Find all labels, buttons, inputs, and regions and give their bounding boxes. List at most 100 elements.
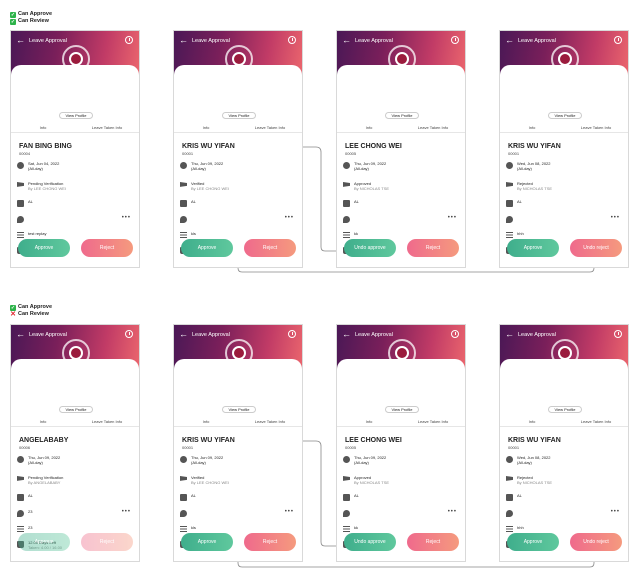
notes-icon	[180, 232, 187, 239]
back-arrow-icon[interactable]: ←	[16, 36, 25, 45]
secondary-action-button[interactable]: Reject	[81, 533, 133, 551]
status-by: By LEE CHONG WEI	[191, 480, 230, 485]
avatar[interactable]	[558, 346, 572, 360]
reason-row	[180, 509, 191, 517]
back-arrow-icon[interactable]: ←	[505, 330, 514, 339]
tab-leave-taken-info[interactable]: Leave Taken Info	[401, 417, 465, 426]
status-by: By LEE CHONG WEI	[191, 186, 230, 191]
avatar[interactable]	[232, 346, 246, 360]
more-dots-icon[interactable]: •••	[285, 509, 294, 515]
view-profile-button[interactable]: View Profile	[385, 112, 419, 119]
date-row: Thu, Jun 09, 2022 (All-day)	[17, 455, 60, 465]
more-dots-icon[interactable]: •••	[611, 509, 620, 515]
tab-leave-taken-info[interactable]: Leave Taken Info	[401, 123, 465, 132]
tab-info[interactable]: Info	[174, 417, 238, 426]
more-dots-icon[interactable]: •••	[448, 215, 457, 221]
secondary-action-button[interactable]: Undo reject	[570, 533, 622, 551]
status-by: By NICHOLAS TSE	[354, 186, 390, 191]
tab-leave-taken-info[interactable]: Leave Taken Info	[238, 417, 302, 426]
view-profile-button[interactable]: View Profile	[59, 112, 93, 119]
primary-action-button[interactable]: Approve	[507, 533, 559, 551]
flag-icon	[180, 476, 187, 481]
avatar[interactable]	[395, 346, 409, 360]
leave-duration: (All-day)	[28, 460, 43, 465]
back-arrow-icon[interactable]: ←	[179, 36, 188, 45]
primary-action-button[interactable]: Approve	[507, 239, 559, 257]
view-profile-button[interactable]: View Profile	[222, 406, 256, 413]
history-icon[interactable]	[125, 36, 133, 44]
reason-row	[17, 215, 28, 223]
avatar[interactable]	[558, 52, 572, 66]
detail-card: View Profile Info Leave Taken Info KRIS …	[174, 65, 302, 267]
avatar[interactable]	[395, 52, 409, 66]
date-row: Thu, Jun 09, 2022 (All-day)	[343, 455, 386, 465]
secondary-action-button[interactable]: Reject	[244, 533, 296, 551]
tab-info[interactable]: Info	[11, 123, 75, 132]
tab-info[interactable]: Info	[174, 123, 238, 132]
back-arrow-icon[interactable]: ←	[342, 330, 351, 339]
chat-icon	[17, 510, 24, 517]
secondary-action-button[interactable]: Reject	[407, 533, 459, 551]
secondary-action-button[interactable]: Reject	[244, 239, 296, 257]
tab-leave-taken-info[interactable]: Leave Taken Info	[75, 123, 139, 132]
tab-bar: Info Leave Taken Info	[500, 123, 628, 133]
employee-id: 00001	[508, 445, 520, 450]
back-arrow-icon[interactable]: ←	[16, 330, 25, 339]
history-icon[interactable]	[125, 330, 133, 338]
history-icon[interactable]	[614, 36, 622, 44]
chat-icon	[343, 510, 350, 517]
avatar[interactable]	[69, 346, 83, 360]
view-profile-button[interactable]: View Profile	[222, 112, 256, 119]
detail-card: View Profile Info Leave Taken Info KRIS …	[174, 359, 302, 561]
secondary-action-button[interactable]: Undo reject	[570, 239, 622, 257]
tab-leave-taken-info[interactable]: Leave Taken Info	[564, 123, 628, 132]
view-profile-button[interactable]: View Profile	[548, 112, 582, 119]
secondary-action-button[interactable]: Reject	[81, 239, 133, 257]
phone-screen: ← Leave Approval View Profile Info Leave…	[10, 324, 140, 562]
history-icon[interactable]	[288, 36, 296, 44]
avatar[interactable]	[69, 52, 83, 66]
more-dots-icon[interactable]: •••	[122, 215, 131, 221]
secondary-action-button[interactable]: Reject	[407, 239, 459, 257]
more-dots-icon[interactable]: •••	[611, 215, 620, 221]
history-icon[interactable]	[288, 330, 296, 338]
primary-action-button[interactable]: Approve	[18, 239, 70, 257]
chat-icon	[180, 510, 187, 517]
tab-info[interactable]: Info	[337, 123, 401, 132]
notes-row: kls	[180, 231, 196, 239]
history-icon[interactable]	[451, 36, 459, 44]
notes-row: kk	[343, 525, 358, 533]
back-arrow-icon[interactable]: ←	[342, 36, 351, 45]
avatar[interactable]	[232, 52, 246, 66]
check-icon: ✓	[10, 11, 16, 18]
tab-info[interactable]: Info	[337, 417, 401, 426]
more-dots-icon[interactable]: •••	[285, 215, 294, 221]
history-icon[interactable]	[451, 330, 459, 338]
tab-leave-taken-info[interactable]: Leave Taken Info	[75, 417, 139, 426]
primary-action-button[interactable]: Undo approve	[344, 239, 396, 257]
tab-info[interactable]: Info	[11, 417, 75, 426]
tab-info[interactable]: Info	[500, 123, 564, 132]
more-dots-icon[interactable]: •••	[122, 509, 131, 515]
detail-card: View Profile Info Leave Taken Info FAN B…	[11, 65, 139, 267]
flag-icon	[343, 476, 350, 481]
more-dots-icon[interactable]: •••	[448, 509, 457, 515]
tab-info[interactable]: Info	[500, 417, 564, 426]
primary-action-button[interactable]: Approve	[181, 239, 233, 257]
primary-action-button[interactable]: Approve	[181, 533, 233, 551]
flag-icon	[343, 182, 350, 187]
screen-title: Leave Approval	[355, 38, 393, 44]
view-profile-button[interactable]: View Profile	[385, 406, 419, 413]
chat-icon	[506, 216, 513, 223]
back-arrow-icon[interactable]: ←	[505, 36, 514, 45]
check-icon: ✓	[10, 304, 16, 311]
view-profile-button[interactable]: View Profile	[548, 406, 582, 413]
history-icon[interactable]	[614, 330, 622, 338]
tab-leave-taken-info[interactable]: Leave Taken Info	[564, 417, 628, 426]
primary-action-button[interactable]: Approve	[18, 533, 70, 551]
tab-leave-taken-info[interactable]: Leave Taken Info	[238, 123, 302, 132]
view-profile-button[interactable]: View Profile	[59, 406, 93, 413]
primary-action-button[interactable]: Undo approve	[344, 533, 396, 551]
clock-icon	[180, 456, 187, 463]
back-arrow-icon[interactable]: ←	[179, 330, 188, 339]
